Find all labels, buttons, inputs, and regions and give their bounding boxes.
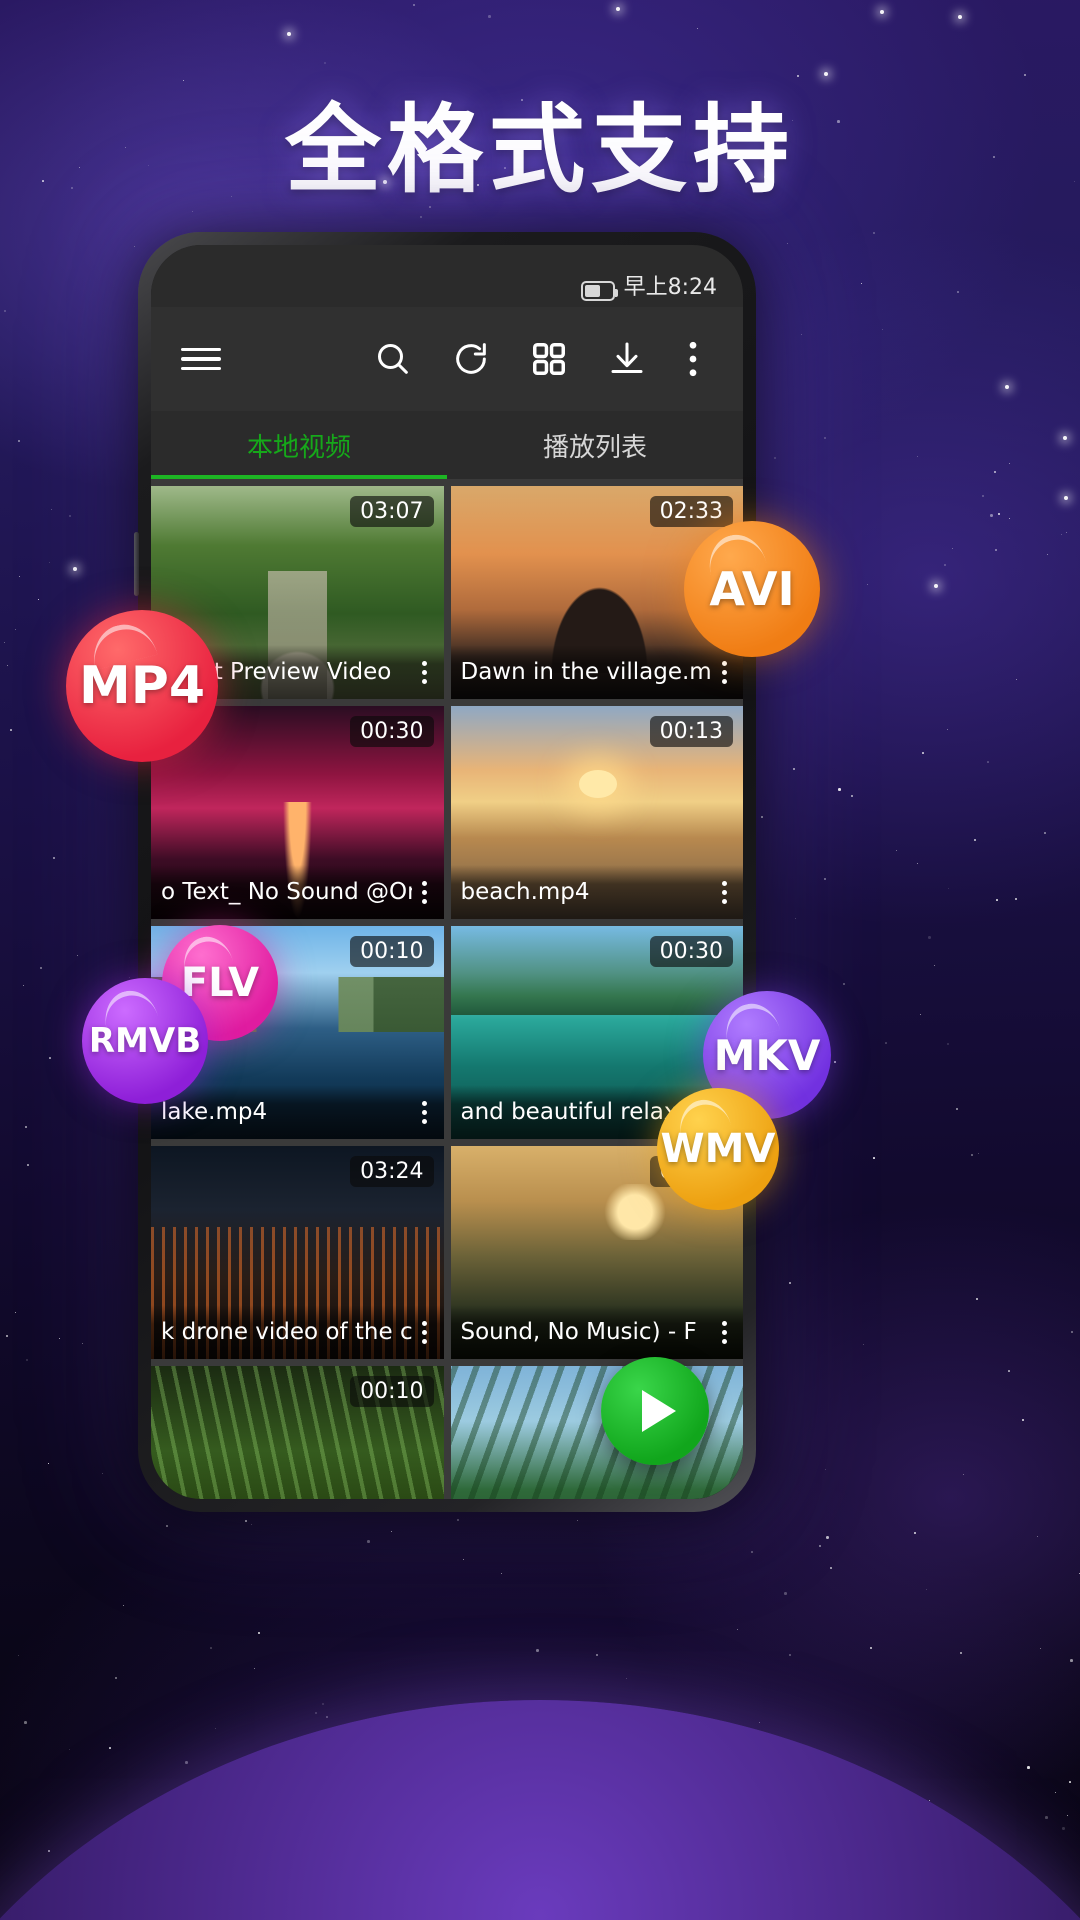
tab-active-indicator — [151, 475, 447, 479]
phone-screen: 早上8:24 本地视频 播放列表 03:07 Short Preview Vid… — [151, 245, 743, 1499]
download-icon[interactable] — [599, 331, 655, 387]
video-duration: 00:10 — [350, 936, 433, 967]
video-duration: 00:13 — [650, 716, 733, 747]
video-cell[interactable]: 00:13 beach.mp4 — [451, 706, 744, 919]
play-fab-button[interactable] — [601, 1357, 709, 1465]
refresh-icon[interactable] — [443, 331, 499, 387]
video-cell[interactable]: 03:24 k drone video of the cra — [151, 1146, 444, 1359]
video-title: lake.mp4 — [161, 1099, 412, 1125]
page-title: 全格式支持 — [0, 72, 1080, 211]
video-caption: beach.mp4 — [451, 865, 744, 919]
video-more-icon[interactable] — [711, 1321, 737, 1344]
app-toolbar — [151, 307, 743, 411]
phone-mockup: 早上8:24 本地视频 播放列表 03:07 Short Preview Vid… — [138, 232, 756, 1512]
video-duration: 03:07 — [350, 496, 433, 527]
video-title: Dawn in the village.mp4 — [461, 659, 712, 685]
video-caption: Dawn in the village.mp4 — [451, 645, 744, 699]
video-duration: 00:10 — [350, 1376, 433, 1407]
status-bar: 早上8:24 — [151, 245, 743, 307]
video-duration: 02:33 — [650, 496, 733, 527]
tab-local-videos[interactable]: 本地视频 — [151, 411, 447, 479]
tab-bar: 本地视频 播放列表 — [151, 411, 743, 479]
format-bubble-mp4: MP4 — [66, 610, 218, 762]
video-duration: 00:30 — [350, 716, 433, 747]
video-more-icon[interactable] — [711, 881, 737, 904]
video-more-icon[interactable] — [412, 881, 438, 904]
video-title: Sound, No Music) - F — [461, 1319, 712, 1345]
video-caption: lake.mp4 — [151, 1085, 444, 1139]
video-duration: 00:30 — [650, 936, 733, 967]
battery-icon — [581, 281, 615, 301]
hamburger-menu-icon[interactable] — [173, 331, 229, 387]
video-more-icon[interactable] — [412, 1321, 438, 1344]
video-more-icon[interactable] — [711, 661, 737, 684]
more-options-icon[interactable] — [665, 331, 721, 387]
video-more-icon[interactable] — [412, 661, 438, 684]
video-caption: Sound, No Music) - F — [451, 1305, 744, 1359]
format-bubble-avi: AVI — [684, 521, 820, 657]
video-cell[interactable]: 00:10 — [151, 1366, 444, 1499]
video-more-icon[interactable] — [412, 1101, 438, 1124]
video-duration: 03:24 — [350, 1156, 433, 1187]
search-icon[interactable] — [365, 331, 421, 387]
video-title: o Text_ No Sound @On — [161, 879, 412, 905]
grid-view-icon[interactable] — [521, 331, 577, 387]
video-title: k drone video of the cra — [161, 1319, 412, 1345]
video-title: beach.mp4 — [461, 879, 712, 905]
play-icon — [642, 1390, 676, 1432]
format-bubble-rmvb: RMVB — [82, 978, 208, 1104]
format-bubble-wmv: WMV — [657, 1088, 779, 1210]
status-time: 早上8:24 — [624, 269, 717, 301]
video-caption: k drone video of the cra — [151, 1305, 444, 1359]
video-caption: o Text_ No Sound @On — [151, 865, 444, 919]
tab-playlist[interactable]: 播放列表 — [447, 411, 743, 479]
